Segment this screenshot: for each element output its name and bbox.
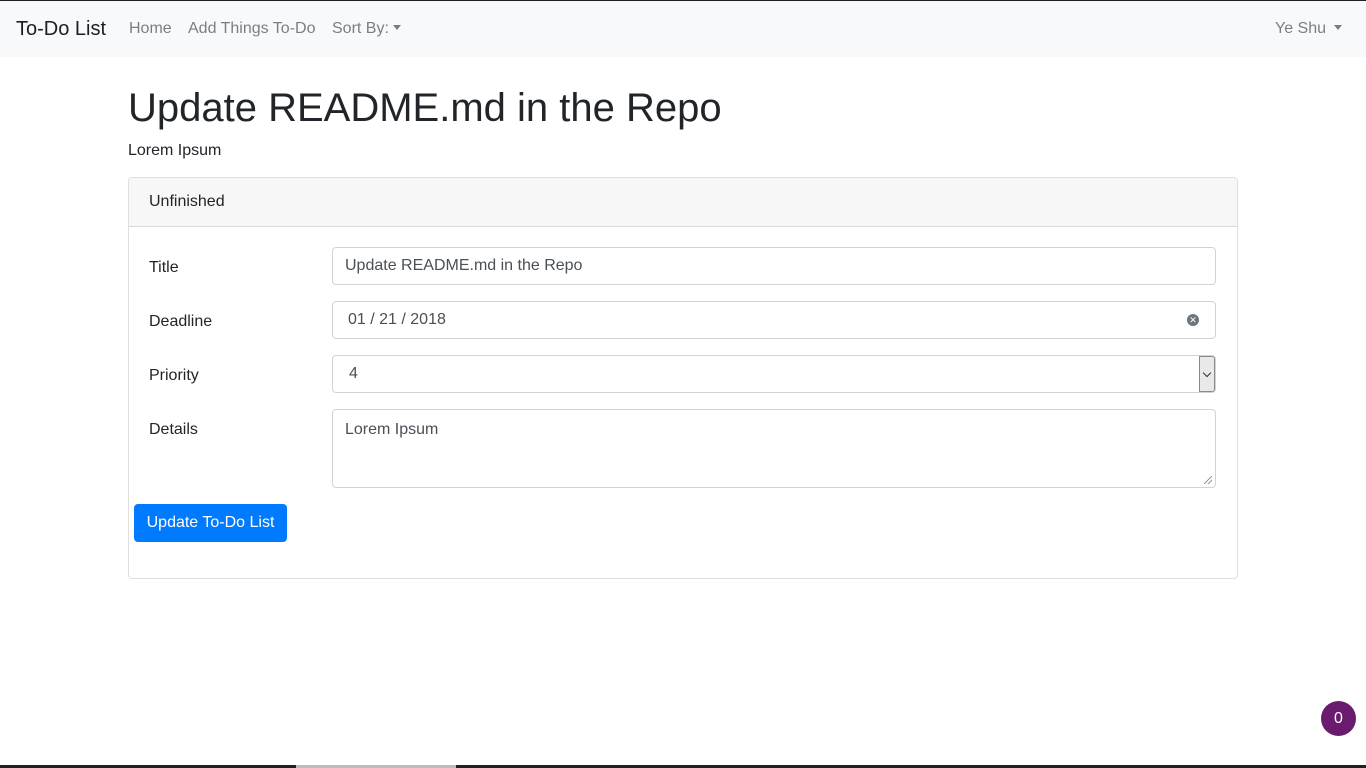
chevron-down-icon[interactable] — [1199, 356, 1215, 392]
details-textarea-value: Lorem Ipsum — [345, 421, 439, 438]
nav-add-link[interactable]: Add Things To-Do — [188, 1, 315, 57]
nav-home-link[interactable]: Home — [129, 1, 172, 57]
nav-sort-dropdown[interactable]: Sort By: — [332, 1, 401, 57]
navbar-brand[interactable]: To-Do List — [16, 1, 106, 57]
deadline-date-input[interactable]: 01 / 21 / 2018 ✕ — [332, 301, 1216, 339]
clear-icon[interactable]: ✕ — [1187, 314, 1199, 326]
title-label: Title — [149, 259, 179, 276]
caret-down-icon — [1334, 25, 1342, 30]
resize-handle-icon[interactable] — [1204, 476, 1212, 484]
notification-badge[interactable]: 0 — [1321, 701, 1356, 736]
update-todo-button[interactable]: Update To-Do List — [134, 504, 287, 542]
todo-edit-card: Unfinished Title Update README.md in the… — [128, 177, 1238, 579]
priority-select-value: 4 — [349, 365, 358, 382]
priority-select[interactable]: 4 — [332, 355, 1216, 393]
navbar: To-Do List Home Add Things To-Do Sort By… — [0, 1, 1366, 57]
title-input-value: Update README.md in the Repo — [345, 257, 583, 274]
page-subtitle: Lorem Ipsum — [128, 142, 222, 159]
details-textarea[interactable]: Lorem Ipsum — [332, 409, 1216, 488]
page-title: Update README.md in the Repo — [128, 86, 722, 130]
deadline-label: Deadline — [149, 313, 213, 330]
nav-sort-label: Sort By: — [332, 20, 389, 37]
card-header: Unfinished — [129, 178, 1237, 227]
deadline-input-value: 01 / 21 / 2018 — [348, 311, 446, 328]
user-menu-dropdown[interactable]: Ye Shu — [1275, 1, 1342, 57]
user-name: Ye Shu — [1274, 20, 1326, 37]
title-input[interactable]: Update README.md in the Repo — [332, 247, 1216, 285]
status-header: Unfinished — [149, 193, 225, 210]
details-label: Details — [149, 421, 198, 438]
caret-down-icon — [392, 25, 401, 30]
priority-label: Priority — [149, 367, 199, 384]
